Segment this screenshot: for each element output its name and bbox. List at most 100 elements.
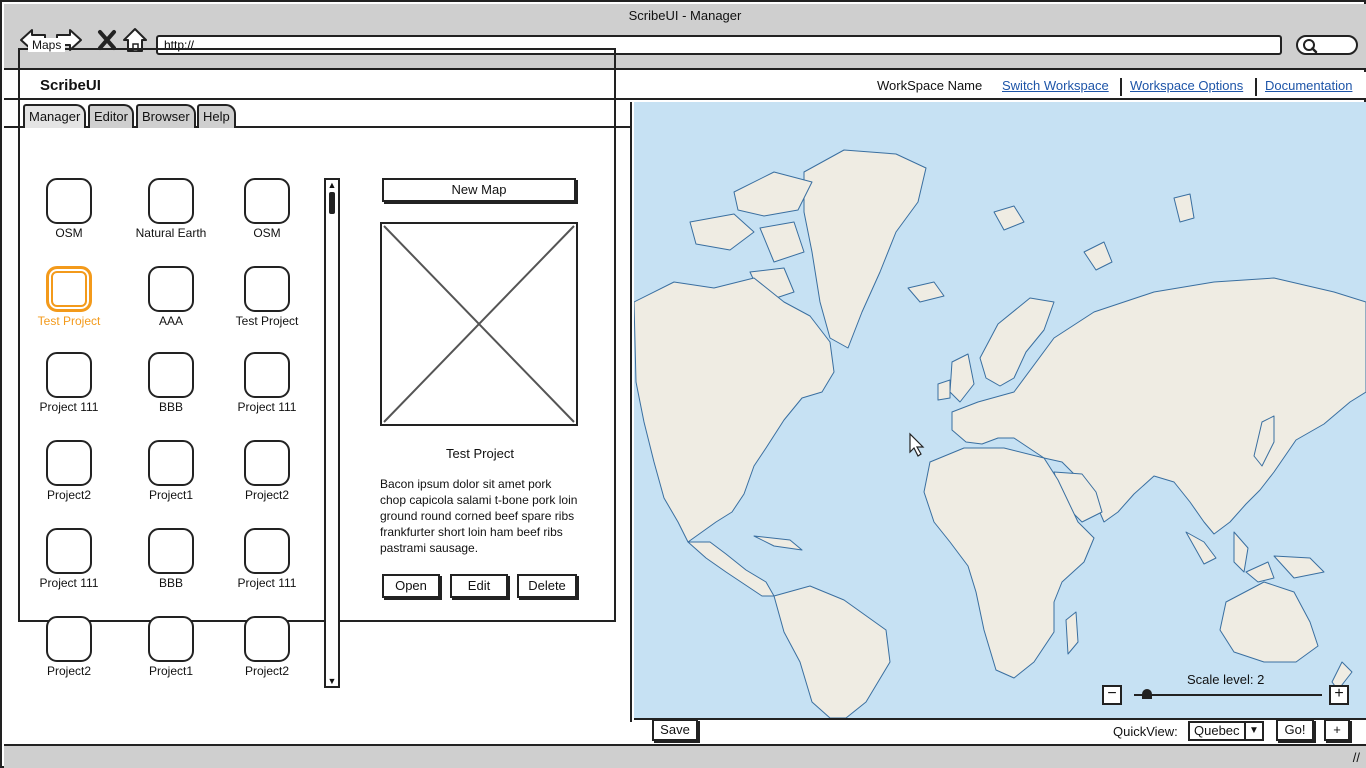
map-view[interactable] (634, 102, 1366, 718)
documentation-link[interactable]: Documentation (1265, 78, 1352, 93)
preview-title: Test Project (446, 446, 514, 461)
quickview-selected-value: Quebec (1194, 723, 1240, 738)
map-thumbnail-image (244, 266, 290, 312)
scroll-down-arrow-icon[interactable]: ▼ (327, 676, 337, 686)
landmass (1219, 581, 1319, 663)
map-thumbnail[interactable]: OSM (24, 178, 114, 240)
map-thumbnail-image (148, 440, 194, 486)
switch-workspace-link[interactable]: Switch Workspace (1002, 78, 1109, 93)
map-thumbnail[interactable]: AAA (126, 266, 216, 328)
map-thumbnail-label: BBB (158, 400, 183, 414)
map-thumbnail[interactable]: Project1 (126, 616, 216, 678)
open-button[interactable]: Open (382, 574, 440, 598)
landmass (733, 171, 813, 217)
map-thumbnail-image (46, 266, 92, 312)
landmass (1185, 531, 1217, 565)
search-icon (1303, 39, 1318, 54)
zoom-in-button[interactable]: + (1329, 685, 1349, 705)
divider (1255, 78, 1257, 96)
scroll-up-arrow-icon[interactable]: ▲ (327, 180, 337, 190)
landmass (753, 535, 803, 551)
map-thumbnail[interactable]: BBB (126, 352, 216, 414)
mouse-cursor-icon (909, 432, 925, 457)
map-thumbnail[interactable]: Project2 (24, 440, 114, 502)
landmass (634, 277, 835, 543)
landmass (1065, 611, 1079, 655)
map-thumbnail-label: OSM (55, 226, 83, 240)
map-thumbnail-label: Project2 (46, 664, 92, 678)
map-thumbnail[interactable]: Test Project (222, 266, 312, 328)
map-thumbnail[interactable]: Project 111 (24, 528, 114, 590)
save-button[interactable]: Save (652, 719, 698, 741)
map-thumbnail-image (148, 528, 194, 574)
map-thumbnail-label: Project1 (148, 488, 194, 502)
map-list-scrollbar[interactable]: ▲ ▼ (324, 178, 340, 688)
zoom-out-button[interactable]: − (1102, 685, 1122, 705)
status-bar: // (4, 744, 1366, 768)
map-thumbnail-image (46, 440, 92, 486)
landmass (907, 281, 945, 303)
map-thumbnail[interactable]: Test Project (24, 266, 114, 328)
map-thumbnail[interactable]: Project 111 (222, 352, 312, 414)
map-thumbnail-label: Natural Earth (135, 226, 207, 240)
scale-slider-handle[interactable] (1142, 689, 1152, 699)
world-map[interactable] (634, 102, 1366, 718)
map-thumbnail-label: Project 111 (237, 576, 297, 590)
map-thumbnail[interactable]: Project1 (126, 440, 216, 502)
browser-search-field[interactable] (1296, 35, 1358, 55)
landmass (803, 149, 927, 349)
app-window: ScribeUI - Manager ScribeUI WorkSpace Na… (0, 0, 1366, 768)
landmass (1233, 531, 1249, 573)
landmass (993, 205, 1025, 231)
landmass (949, 353, 975, 403)
edit-button[interactable]: Edit (450, 574, 508, 598)
map-thumbnail-label: Project2 (46, 488, 92, 502)
map-thumbnail-image (244, 528, 290, 574)
map-thumbnail-image (148, 266, 194, 312)
landmass (1273, 555, 1325, 579)
map-thumbnail-image (46, 178, 92, 224)
map-thumbnail-image (244, 178, 290, 224)
chevron-down-icon[interactable]: ▼ (1244, 723, 1262, 739)
new-map-button[interactable]: New Map (382, 178, 576, 202)
maps-legend: Maps (28, 38, 66, 52)
landmass (759, 221, 805, 263)
map-thumbnail-label: Project2 (244, 488, 290, 502)
landmass (687, 541, 775, 597)
map-thumbnail[interactable]: OSM (222, 178, 312, 240)
map-description: Bacon ipsum dolor sit amet pork chop cap… (380, 477, 578, 555)
map-thumbnail-label: Test Project (235, 314, 299, 328)
scroll-thumb[interactable] (329, 192, 335, 214)
add-button[interactable]: + (1324, 719, 1350, 741)
map-thumbnail[interactable]: Project 111 (222, 528, 312, 590)
map-thumbnail[interactable]: Project2 (222, 440, 312, 502)
map-thumbnail-image (244, 352, 290, 398)
map-thumbnail[interactable]: Project2 (24, 616, 114, 678)
scale-level-label: Scale level: 2 (1187, 672, 1265, 687)
map-thumbnail-label: Project1 (148, 664, 194, 678)
map-thumbnail-label: BBB (158, 576, 183, 590)
map-thumbnail[interactable]: Project2 (222, 616, 312, 678)
image-placeholder-icon (383, 225, 575, 423)
scale-slider-track[interactable] (1134, 694, 1322, 696)
landmass (937, 379, 951, 401)
quickview-select[interactable]: Quebec ▼ (1188, 721, 1264, 741)
resize-grip-icon[interactable]: // (1353, 750, 1360, 765)
delete-button[interactable]: Delete (517, 574, 577, 598)
landmass (1245, 561, 1275, 583)
workspace-options-link[interactable]: Workspace Options (1130, 78, 1243, 93)
map-thumbnail-label: OSM (253, 226, 281, 240)
map-thumbnail-image (46, 616, 92, 662)
landmass (773, 585, 891, 718)
map-thumbnail-label: Project 111 (237, 400, 297, 414)
map-thumbnail-image (244, 616, 290, 662)
map-thumbnail-image (46, 528, 92, 574)
map-thumbnail[interactable]: Project 111 (24, 352, 114, 414)
map-thumbnail-label: AAA (158, 314, 183, 328)
map-thumbnail[interactable]: BBB (126, 528, 216, 590)
map-preview-image (380, 222, 578, 426)
map-thumbnail[interactable]: Natural Earth (126, 178, 216, 240)
landmass (689, 213, 755, 251)
map-thumbnail-image (148, 616, 194, 662)
go-button[interactable]: Go! (1276, 719, 1314, 741)
